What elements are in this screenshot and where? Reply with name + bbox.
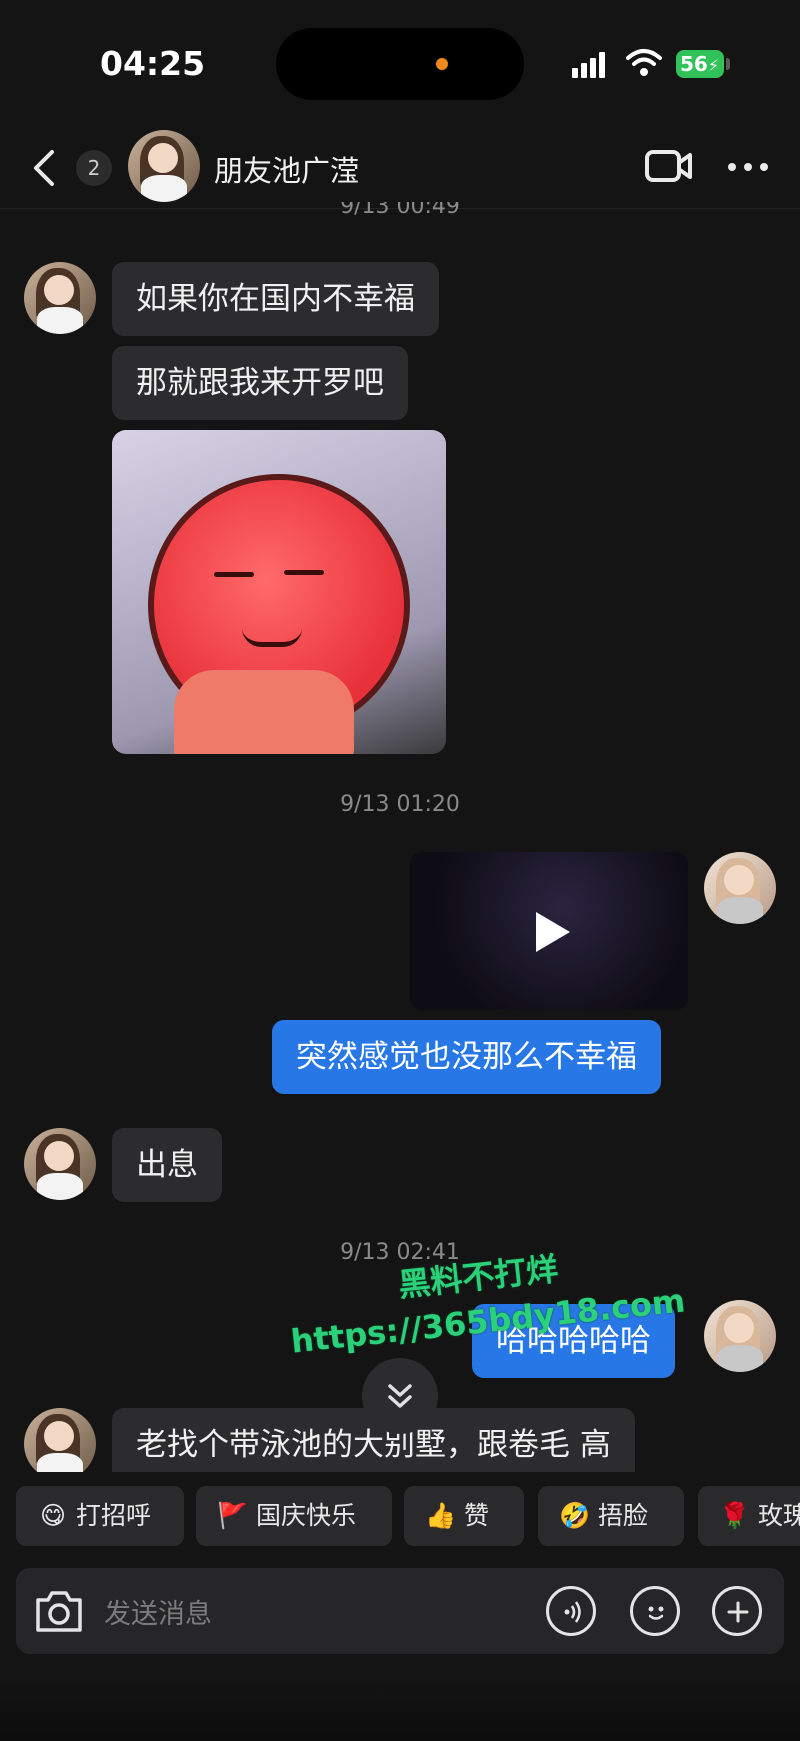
scroll-to-bottom-button[interactable] <box>362 1358 438 1434</box>
my-avatar[interactable] <box>704 1300 776 1372</box>
sender-avatar[interactable] <box>24 1408 96 1472</box>
sticker-image[interactable] <box>112 430 446 754</box>
message-bubble-incoming[interactable]: 如果你在国内不幸福 <box>112 262 439 336</box>
dynamic-island <box>276 28 524 100</box>
sender-avatar[interactable] <box>24 262 96 334</box>
more-icon[interactable] <box>726 150 770 184</box>
message-bubble-incoming[interactable]: 出息 <box>112 1128 222 1202</box>
play-icon[interactable] <box>530 908 574 956</box>
timestamp: 9/13 01:20 <box>340 792 460 817</box>
camera-icon[interactable] <box>32 1586 86 1636</box>
unread-count-badge: 2 <box>76 150 112 186</box>
smile-emoji-icon: 😋 <box>39 1501 67 1530</box>
back-icon[interactable] <box>30 148 60 188</box>
laughing-emoji-icon: 🤣 <box>559 1501 591 1530</box>
quick-reply-facepalm[interactable]: 🤣 捂脸 <box>538 1486 684 1546</box>
plus-icon[interactable] <box>712 1586 762 1636</box>
battery-indicator: 56⚡ <box>676 50 724 78</box>
sender-avatar[interactable] <box>24 1128 96 1200</box>
recording-indicator <box>436 58 448 70</box>
quick-reply-rose[interactable]: 🌹 玫瑰 <box>698 1486 800 1546</box>
status-time: 04:25 <box>100 44 206 83</box>
voice-icon[interactable] <box>546 1586 596 1636</box>
contact-avatar[interactable] <box>128 130 200 202</box>
wifi-icon <box>626 49 662 76</box>
chat-title[interactable]: 朋友池广滢 <box>214 148 359 190</box>
battery-tip <box>726 58 730 70</box>
keyboard-area-blurred <box>0 1680 800 1741</box>
thumbs-up-icon: 👍 <box>425 1501 457 1530</box>
my-avatar[interactable] <box>704 852 776 924</box>
message-bubble-outgoing[interactable]: 突然感觉也没那么不幸福 <box>272 1020 661 1094</box>
video-call-icon[interactable] <box>644 146 694 186</box>
message-input-placeholder[interactable]: 发送消息 <box>104 1592 212 1631</box>
emoji-icon[interactable] <box>630 1586 680 1636</box>
quick-reply-greet[interactable]: 😋 打招呼 <box>16 1486 184 1546</box>
rose-icon: 🌹 <box>719 1501 751 1530</box>
chevron-double-down-icon <box>388 1384 412 1408</box>
cellular-signal-icon <box>572 52 608 78</box>
timestamp-partial: 9/13 00:49 <box>340 202 460 219</box>
quick-reply-like[interactable]: 👍 赞 <box>404 1486 524 1546</box>
quick-reply-national-day[interactable]: 🚩 国庆快乐 <box>196 1486 392 1546</box>
flag-icon: 🚩 <box>217 1501 249 1530</box>
quick-reply-rose-clip: 🌹 玫瑰 <box>698 1486 800 1546</box>
message-bubble-incoming[interactable]: 那就跟我来开罗吧 <box>112 346 408 420</box>
